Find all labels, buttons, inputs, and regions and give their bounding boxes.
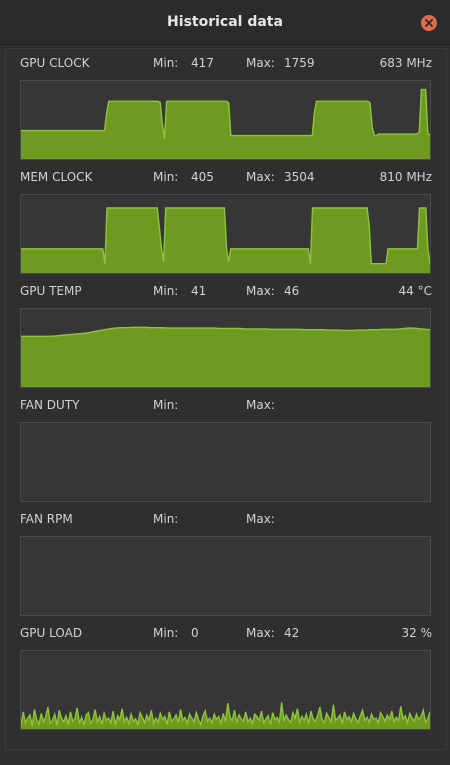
metric-header: FAN RPM Min: Max: [6, 505, 446, 529]
min-label: Min: [153, 398, 179, 412]
series-area [21, 89, 430, 159]
history-graph [20, 536, 431, 616]
current-value: 683 MHz [379, 56, 432, 70]
max-label: Max: [246, 284, 275, 298]
metric-header: MEM CLOCK Min: 405 Max: 3504 810 MHz [6, 163, 446, 187]
area-chart [21, 326, 430, 387]
metric-header: FAN DUTY Min: Max: [6, 391, 446, 415]
metric-name: FAN DUTY [20, 398, 80, 412]
historical-data-window: Historical data GPU CLOCK Min: 417 Max: … [0, 0, 450, 765]
metric-fan-duty: FAN DUTY Min: Max: [6, 391, 446, 505]
history-graph [20, 422, 431, 502]
min-value: 405 [191, 170, 214, 184]
scroll-fade [6, 741, 446, 749]
metric-name: FAN RPM [20, 512, 73, 526]
max-label: Max: [246, 56, 275, 70]
title-bar[interactable]: Historical data [0, 0, 450, 45]
close-icon [425, 19, 433, 27]
close-button[interactable] [421, 15, 437, 31]
max-value: 3504 [284, 170, 315, 184]
area-chart [21, 207, 430, 273]
metric-header: GPU TEMP Min: 41 Max: 46 44 °C [6, 277, 446, 301]
metric-gpu-load: GPU LOAD Min: 0 Max: 42 32 % [6, 619, 446, 733]
min-value: 41 [191, 284, 207, 298]
current-value: 810 MHz [379, 170, 432, 184]
max-value: 42 [284, 626, 300, 640]
metrics-panel[interactable]: GPU CLOCK Min: 417 Max: 1759 683 MHz MEM… [5, 48, 447, 750]
current-value: 44 °C [398, 284, 432, 298]
metric-header: GPU LOAD Min: 0 Max: 42 32 % [6, 619, 446, 643]
min-value: 417 [191, 56, 214, 70]
area-chart [21, 702, 430, 729]
min-label: Min: [153, 512, 179, 526]
max-value: 46 [284, 284, 300, 298]
min-value: 0 [191, 626, 199, 640]
metric-name: MEM CLOCK [20, 170, 93, 184]
metric-mem-clock: MEM CLOCK Min: 405 Max: 3504 810 MHz [6, 163, 446, 277]
max-label: Max: [246, 170, 275, 184]
history-graph [20, 80, 431, 160]
metric-name: GPU TEMP [20, 284, 82, 298]
metric-gpu-temp: GPU TEMP Min: 41 Max: 46 44 °C [6, 277, 446, 391]
max-label: Max: [246, 512, 275, 526]
current-value: 32 % [401, 626, 433, 640]
series-area [21, 702, 430, 729]
max-label: Max: [246, 626, 275, 640]
metric-gpu-clock: GPU CLOCK Min: 417 Max: 1759 683 MHz [6, 49, 446, 163]
window-title: Historical data [167, 14, 283, 30]
area-chart [21, 88, 430, 159]
metric-name: GPU LOAD [20, 626, 83, 640]
min-label: Min: [153, 170, 179, 184]
metric-header: GPU CLOCK Min: 417 Max: 1759 683 MHz [6, 49, 446, 73]
history-graph [20, 308, 431, 388]
history-graph [20, 194, 431, 274]
history-graph [20, 650, 431, 730]
min-label: Min: [153, 56, 179, 70]
metric-fan-rpm: FAN RPM Min: Max: [6, 505, 446, 619]
max-value: 1759 [284, 56, 315, 70]
max-label: Max: [246, 398, 275, 412]
min-label: Min: [153, 626, 179, 640]
metric-name: GPU CLOCK [20, 56, 90, 70]
min-label: Min: [153, 284, 179, 298]
series-area [21, 327, 430, 387]
